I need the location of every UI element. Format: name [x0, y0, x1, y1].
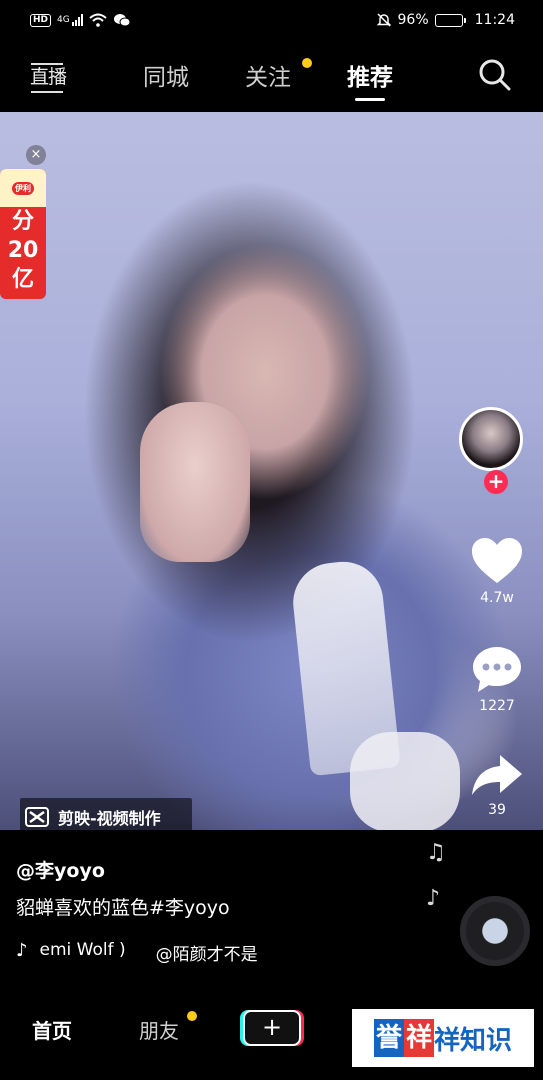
comment-button[interactable]: 1227 [470, 644, 524, 714]
brand-rest: 祥知识 [434, 1025, 513, 1056]
create-button[interactable]: + [243, 1010, 301, 1046]
capcut-watermark[interactable]: 剪映-视频制作 [20, 798, 192, 836]
tab-recommend-label: 推荐 [347, 65, 393, 91]
video-hand-shape [140, 402, 250, 562]
friends-notify-dot [187, 1011, 197, 1021]
music-note-icon: ♪ [16, 940, 28, 961]
watermark-label: 剪映-视频制作 [58, 809, 161, 828]
tab-following[interactable]: 关注 [245, 58, 312, 92]
capcut-icon [25, 807, 49, 827]
tab-active-underline [355, 98, 385, 101]
heart-icon [472, 538, 522, 583]
status-right: 96% 11:24 [376, 12, 515, 28]
promo-logo-badge: 伊利 [12, 181, 34, 195]
status-bar: HD 4G 96% 11:24 [0, 0, 543, 40]
music-disc-button[interactable] [460, 896, 530, 966]
avatar[interactable] [459, 407, 523, 471]
live-button[interactable]: 直播 [28, 58, 68, 96]
tab-recommend[interactable]: 推荐 [347, 58, 393, 101]
share-count: 39 [488, 802, 506, 818]
music-title: emi Wolf ) [39, 940, 126, 960]
live-label: 直播 [30, 66, 67, 88]
share-arrow-icon [472, 755, 522, 795]
search-button[interactable] [478, 58, 514, 94]
nav-friends-label: 朋友 [139, 1019, 179, 1043]
bottom-nav: 首页 朋友 + 誉 祥 祥知识 [0, 982, 543, 1080]
share-button[interactable]: 39 [470, 752, 524, 818]
status-left: HD 4G [30, 13, 131, 27]
following-notify-dot [302, 58, 312, 68]
promo-text-line1: 分 [11, 209, 34, 234]
comment-count: 1227 [479, 698, 515, 714]
music-owner: @陌颜才不是 [155, 945, 258, 965]
brand-char-2: 祥 [403, 1019, 434, 1057]
promo-text-line2: 20 [7, 238, 39, 263]
top-nav: 直播 同城 关注 推荐 [0, 40, 543, 112]
battery-percent: 96% [397, 12, 429, 28]
music-info[interactable]: ♪ emi Wolf ) @陌颜才不是 [16, 940, 258, 965]
hd-badge: HD [30, 13, 52, 27]
promo-logo-icon: 伊利 [0, 169, 46, 207]
wechat-icon [113, 14, 131, 27]
brand-watermark-logo: 誉 祥 祥知识 [352, 1009, 534, 1067]
tab-nearby-label: 同城 [143, 65, 189, 91]
brand-char-1: 誉 [373, 1019, 404, 1057]
promo-text-line3: 亿 [11, 267, 34, 292]
promo-widget[interactable]: × 伊利 分 20 亿 [0, 145, 48, 305]
video-sock-shape [350, 732, 460, 830]
promo-card[interactable]: 伊利 分 20 亿 [0, 169, 46, 299]
author-avatar-button[interactable]: + [459, 407, 535, 494]
nav-friends[interactable]: 朋友 [139, 1011, 197, 1044]
tab-nearby[interactable]: 同城 [143, 58, 189, 92]
nav-home[interactable]: 首页 [32, 1015, 72, 1044]
promo-close-button[interactable]: × [26, 145, 46, 165]
video-caption[interactable]: 貂蝉喜欢的蓝色#李yoyo [16, 893, 230, 920]
comment-icon [473, 647, 521, 692]
tab-following-label: 关注 [245, 65, 291, 91]
like-count: 4.7w [480, 590, 514, 606]
like-button[interactable]: 4.7w [470, 536, 524, 606]
search-icon [479, 59, 511, 91]
mute-icon [376, 13, 391, 27]
clock: 11:24 [474, 12, 515, 28]
signal-icon [71, 14, 83, 26]
network-type: 4G [57, 15, 70, 25]
wifi-icon [89, 13, 107, 27]
follow-button[interactable]: + [484, 470, 508, 494]
author-name[interactable]: @李yoyo [16, 856, 105, 883]
battery-icon [434, 13, 466, 27]
